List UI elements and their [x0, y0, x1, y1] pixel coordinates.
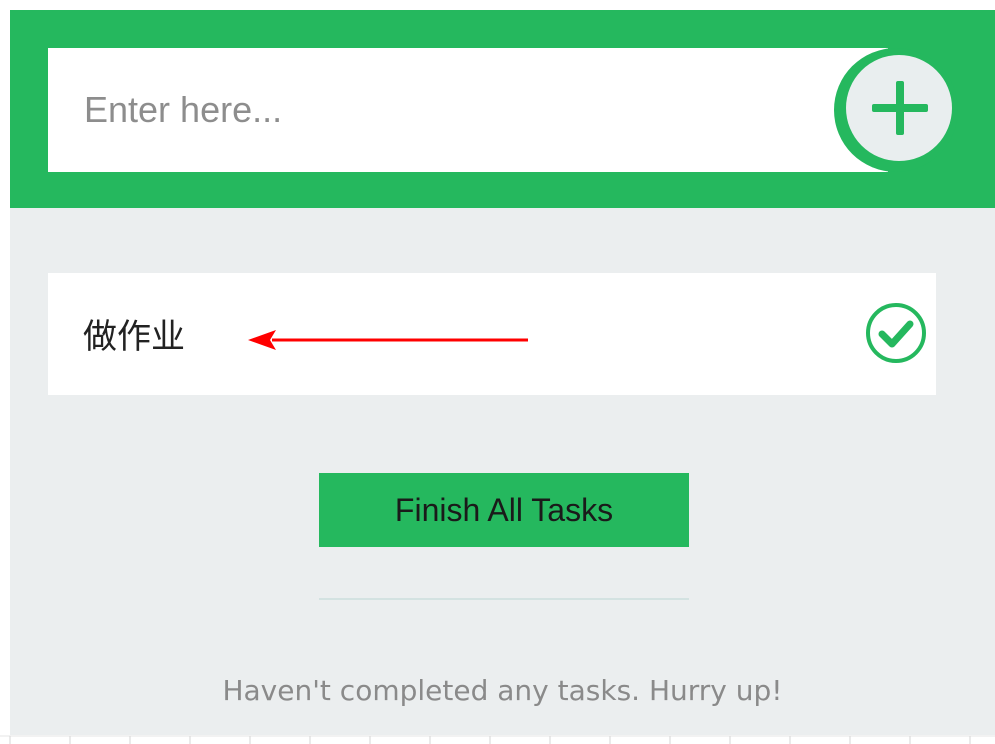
complete-task-button[interactable]: [864, 301, 928, 365]
bottom-border-ticks: [0, 735, 995, 744]
finish-all-tasks-button[interactable]: Finish All Tasks: [319, 473, 689, 547]
plus-icon: [846, 55, 952, 161]
input-bar: [48, 48, 888, 172]
task-list-item: 做作业: [48, 273, 936, 395]
status-message: Haven't completed any tasks. Hurry up!: [222, 674, 783, 707]
divider: [319, 598, 689, 600]
todo-app: 做作业 Finish All Tasks Haven't completed a…: [10, 10, 995, 735]
task-text: 做作业: [83, 317, 185, 357]
add-task-button[interactable]: [834, 48, 958, 172]
header: [10, 10, 995, 208]
task-input[interactable]: [48, 48, 828, 172]
check-circle-icon: [866, 303, 926, 363]
red-arrow-icon: [248, 330, 528, 350]
